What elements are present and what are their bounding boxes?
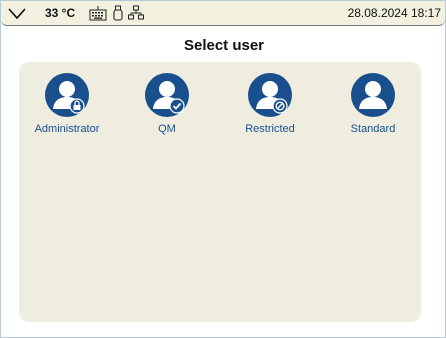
user-label: QM [158, 123, 176, 135]
user-restricted[interactable]: Restricted [225, 72, 315, 135]
user-avatar-icon [45, 73, 89, 117]
user-avatar-icon [248, 73, 292, 117]
page-title: Select user [183, 37, 265, 54]
network-icon [128, 5, 144, 20]
user-administrator[interactable]: Administrator [22, 72, 112, 135]
keyboard-icon [89, 6, 107, 21]
user-label: Restricted [245, 123, 295, 135]
user-avatar-icon [351, 73, 395, 117]
status-bar: 33 °C 28.08.2024 18:17 [1, 1, 445, 26]
user-qm[interactable]: QM [122, 72, 212, 135]
user-label: Administrator [34, 123, 100, 135]
window: 33 °C 28.08.2024 18:17 Select user Admin… [0, 0, 446, 338]
user-standard[interactable]: Standard [328, 72, 418, 135]
temperature-readout: 33 °C [45, 6, 76, 20]
user-label: Standard [350, 123, 396, 135]
user-selection-panel: Administrator QM Restricted Standard [19, 62, 421, 322]
chevron-down-icon[interactable] [7, 5, 27, 21]
user-avatar-icon [145, 73, 189, 117]
datetime-readout: 28.08.2024 18:17 [347, 6, 441, 20]
usb-icon [113, 5, 123, 21]
